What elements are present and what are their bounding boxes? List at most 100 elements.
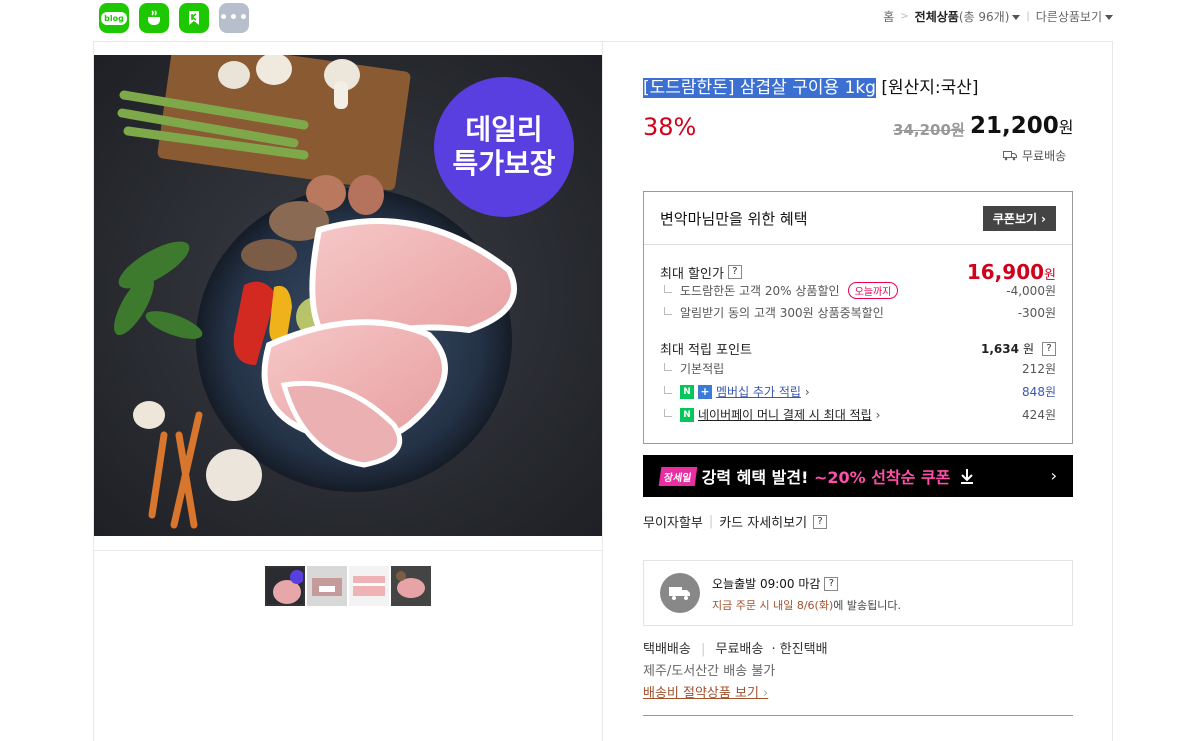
- breadcrumb-separator: >: [900, 11, 909, 22]
- max-points-row: 최대 적립 포인트 1,634 원?: [660, 339, 1056, 358]
- help-icon[interactable]: ?: [824, 576, 839, 591]
- discount-rate: 38%: [643, 113, 697, 141]
- divider: |: [700, 642, 706, 657]
- points-item: N + 멤버십 추가 적립 › 848원: [660, 383, 1056, 400]
- divider: |: [1026, 11, 1030, 22]
- tree-line: [664, 385, 672, 394]
- sale-tag: 장세일: [658, 466, 697, 486]
- max-points-value: 1,634: [980, 341, 1019, 356]
- badge-line1: 데일리: [465, 113, 542, 146]
- column-divider: [602, 41, 603, 741]
- more-share-button[interactable]: •••: [219, 3, 249, 33]
- help-icon[interactable]: ?: [1042, 341, 1056, 356]
- kakaostory-icon: [189, 11, 199, 25]
- sale-price-unit: 원: [1058, 118, 1074, 137]
- max-discount-row: 최대 할인가? 16,900원: [660, 260, 1056, 284]
- truck-icon: [1003, 151, 1017, 161]
- breadcrumb-home[interactable]: 홈: [883, 8, 894, 25]
- shipping-info: 무료배송: [1003, 147, 1066, 164]
- section-divider: [643, 715, 1073, 716]
- chevron-right-icon: ›: [763, 686, 769, 701]
- shipping-label: 무료배송: [1022, 149, 1067, 163]
- benefit-box: 변악마님만을 위한 혜택 쿠폰보기 › 최대 할인가? 16,900원 도드람한돈…: [643, 191, 1073, 444]
- points-item: 기본적립 212원: [660, 360, 1056, 377]
- installment-label: 무이자할부: [643, 516, 703, 531]
- naverpay-link[interactable]: 네이버페이 머니 결제 시 최대 적립: [698, 406, 872, 423]
- chevron-right-icon: ›: [804, 384, 810, 399]
- cafe-share-button[interactable]: [139, 3, 169, 33]
- thumbnail-1[interactable]: [265, 566, 305, 606]
- max-discount-price: 16,900원: [967, 260, 1056, 284]
- max-discount-value: 16,900: [966, 260, 1045, 284]
- discount-item-value: -4,000원: [1006, 284, 1056, 298]
- discount-item: 알림받기 동의 고객 300원 상품중복할인 -300원: [660, 304, 1056, 321]
- coupon-view-button[interactable]: 쿠폰보기 ›: [982, 206, 1056, 231]
- discount-item-label: 도드람한돈 고객 20% 상품할인: [680, 284, 840, 298]
- thumbnail-4[interactable]: [391, 566, 431, 606]
- card-detail-link[interactable]: 카드 자세히보기: [719, 512, 807, 531]
- sale-price: 21,200원: [970, 113, 1074, 139]
- thumbnail-3[interactable]: [349, 566, 389, 606]
- chevron-right-icon: ›: [875, 407, 881, 422]
- category-count: (총 96개): [958, 10, 1010, 24]
- banner-text: 강력 혜택 발견! ~20% 선착순 쿠폰: [702, 464, 951, 488]
- other-products-label: 다른상품보기: [1035, 10, 1102, 24]
- chevron-down-icon: [1012, 15, 1021, 20]
- shipping-fee: 무료배송: [715, 642, 764, 657]
- discount-item-value: -300원: [1017, 306, 1056, 320]
- divider: |: [708, 514, 714, 529]
- dispatch-desc: 지금 주문 시 내일 8/6(화)에 발송됩니다.: [712, 597, 901, 613]
- tree-line: [664, 408, 672, 417]
- points-item: N 네이버페이 머니 결제 시 최대 적립 › 424원: [660, 406, 1056, 423]
- dispatch-desc-prefix: 지금 주문 시: [712, 599, 774, 612]
- max-discount-label: 최대 할인가: [660, 266, 724, 282]
- save-shipping-link[interactable]: 배송비 절약상품 보기 ›: [643, 682, 768, 701]
- help-icon[interactable]: ?: [727, 265, 742, 279]
- sale-price-value: 21,200: [970, 113, 1059, 139]
- chevron-right-icon: ›: [1041, 211, 1046, 226]
- banner-text-highlight: ~20% 선착순 쿠폰: [813, 468, 951, 487]
- card-info: 무이자할부 | 카드 자세히보기 ?: [643, 512, 828, 531]
- shipping-restriction: 제주/도서산간 배송 불가: [643, 664, 776, 679]
- original-price: 34,200원: [893, 121, 965, 139]
- dispatch-date: 내일 8/6(화): [773, 599, 834, 612]
- points-item-value: 424원: [1022, 408, 1056, 422]
- download-icon: [961, 469, 974, 484]
- max-points-unit: 원: [1022, 342, 1034, 356]
- discount-item: 도드람한돈 고객 20% 상품할인 오늘까지 -4,000원: [660, 282, 1056, 299]
- naverpay-icon: N: [680, 407, 694, 422]
- coupon-banner[interactable]: 장세일 강력 혜택 발견! ~20% 선착순 쿠폰 ›: [643, 455, 1073, 497]
- product-main-image[interactable]: 데일리 특가보장: [94, 55, 602, 536]
- coupon-view-label: 쿠폰보기: [992, 212, 1038, 226]
- shipping-method-label: 택배배송: [643, 642, 691, 657]
- points-item-value: 212원: [1022, 362, 1056, 376]
- tree-line: [664, 362, 672, 371]
- category-dropdown[interactable]: 전체상품(총 96개): [915, 8, 1021, 25]
- today-dispatch: 오늘출발 09:00 마감?: [712, 575, 839, 592]
- other-products-dropdown[interactable]: 다른상품보기: [1036, 8, 1113, 25]
- naver-n-icon: N: [680, 384, 694, 399]
- product-title: [도드람한돈] 삼겹살 구이용 1kg [원산지:국산]: [643, 73, 979, 98]
- shipping-method: 택배배송 | 무료배송 · 한진택배: [643, 638, 828, 657]
- chevron-down-icon: [1105, 15, 1113, 20]
- chevron-right-icon: ›: [1050, 466, 1057, 485]
- blog-share-button[interactable]: blog: [99, 3, 129, 33]
- points-item-value: 848원: [1022, 385, 1056, 399]
- badge-line2: 특가보장: [452, 147, 555, 180]
- discount-item-label: 알림받기 동의 고객 300원 상품중복할인: [680, 306, 884, 320]
- benefit-header: 변악마님만을 위한 혜택 쿠폰보기 ›: [644, 192, 1072, 245]
- banner-text-main: 강력 혜택 발견!: [701, 468, 814, 487]
- thumbnail-2[interactable]: [307, 566, 347, 606]
- max-discount-unit: 원: [1044, 268, 1056, 283]
- today-only-badge: 오늘까지: [847, 282, 899, 299]
- truck-icon: [660, 573, 700, 613]
- membership-link[interactable]: 멤버십 추가 적립: [716, 383, 801, 400]
- benefit-title: 변악마님만을 위한 혜택: [660, 210, 808, 228]
- shipping-carrier: · 한진택배: [771, 642, 828, 657]
- product-title-origin: [원산지:국산]: [875, 78, 979, 98]
- max-points-label: 최대 적립 포인트: [660, 343, 752, 358]
- tree-line: [664, 306, 672, 315]
- help-icon[interactable]: ?: [813, 514, 828, 529]
- kakaostory-share-button[interactable]: [179, 3, 209, 33]
- blog-icon: blog: [101, 11, 127, 25]
